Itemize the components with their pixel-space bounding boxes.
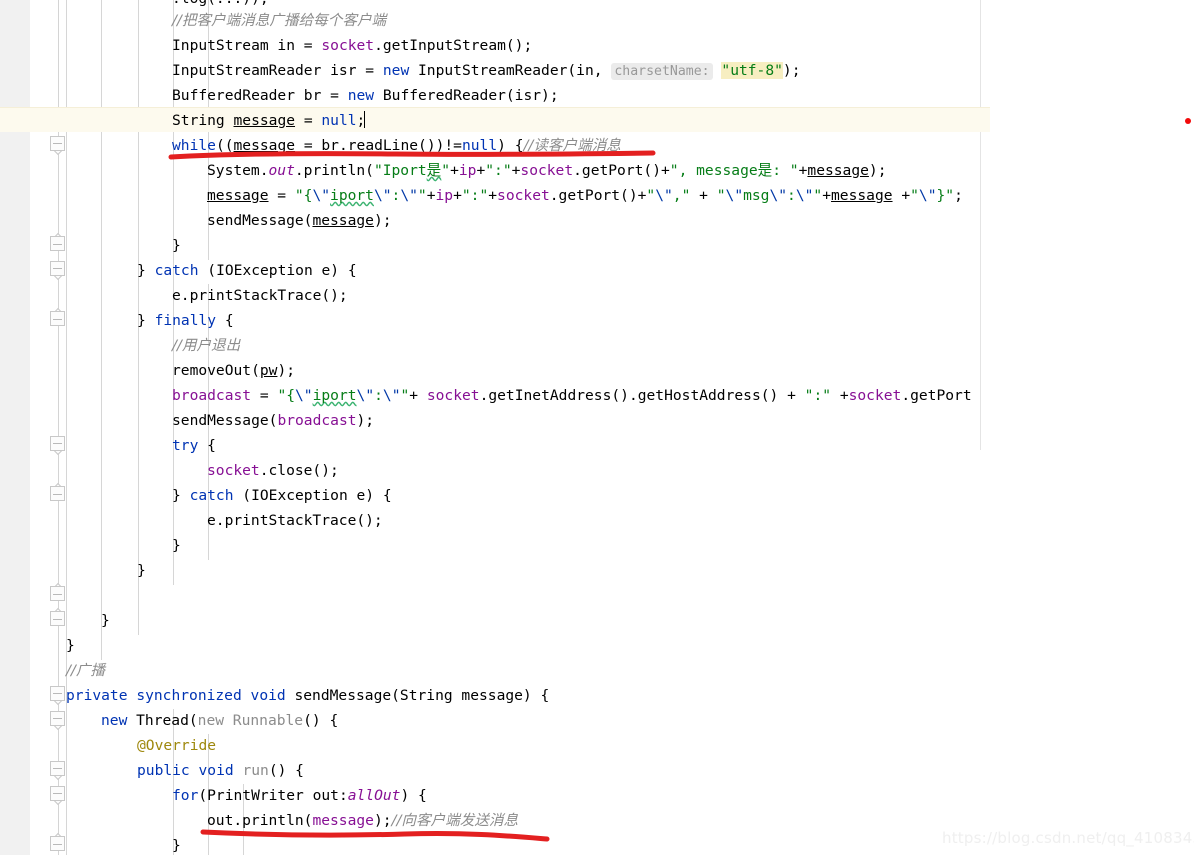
code-line: new Thread(new Runnable() { xyxy=(101,712,339,729)
red-annotation-underline-while xyxy=(168,150,656,160)
code-line: } catch (IOException e) { xyxy=(137,262,357,279)
code-line: //广播 xyxy=(66,662,106,679)
code-line: broadcast = "{\"iport\":\""+ socket.getI… xyxy=(172,387,972,404)
watermark-url: https://blog.csdn.net/qq_41083450 xyxy=(942,829,1194,847)
code-line: message = "{\"iport\":\""+ip+":"+socket.… xyxy=(207,187,963,204)
code-line: //把客户端消息广播给每个客户端 xyxy=(172,12,387,29)
code-line-current: String message = null; xyxy=(172,111,366,129)
code-line: InputStream in = socket.getInputStream()… xyxy=(172,37,533,54)
code-editor: .log(...)); //把客户端消息广播给每个客户端 InputStream… xyxy=(0,0,1194,855)
code-line: //用户退出 xyxy=(172,337,241,354)
code-line: } catch (IOException e) { xyxy=(172,487,392,504)
code-line: public void run() { xyxy=(137,762,304,779)
code-line: private synchronized void sendMessage(St… xyxy=(66,687,550,704)
text-caret xyxy=(364,111,366,128)
code-line: sendMessage(broadcast); xyxy=(172,412,375,429)
code-line: e.printStackTrace(); xyxy=(207,512,383,529)
code-line: } xyxy=(137,562,146,579)
red-annotation-underline-println xyxy=(200,829,550,842)
highlighted-string-literal: "utf-8" xyxy=(721,62,783,79)
code-line: BufferedReader br = new BufferedReader(i… xyxy=(172,87,559,104)
code-line: } xyxy=(66,637,75,654)
code-line: try { xyxy=(172,437,216,454)
code-content[interactable]: .log(...)); //把客户端消息广播给每个客户端 InputStream… xyxy=(0,0,1194,855)
code-line: sendMessage(message); xyxy=(207,212,392,229)
code-line: for(PrintWriter out:allOut) { xyxy=(172,787,427,804)
code-line: } finally { xyxy=(137,312,234,329)
code-line: socket.close(); xyxy=(207,462,339,479)
error-stripe-marker[interactable] xyxy=(1185,118,1191,124)
code-line: @Override xyxy=(137,737,217,754)
code-line: } xyxy=(172,537,181,554)
code-line: InputStreamReader isr = new InputStreamR… xyxy=(172,62,801,80)
code-line: } xyxy=(172,237,181,254)
code-line: e.printStackTrace(); xyxy=(172,287,348,304)
code-line: } xyxy=(101,612,110,629)
inlay-hint-charsetname: charsetName: xyxy=(611,63,713,80)
code-line: removeOut(pw); xyxy=(172,362,296,379)
code-line: } xyxy=(172,837,181,854)
